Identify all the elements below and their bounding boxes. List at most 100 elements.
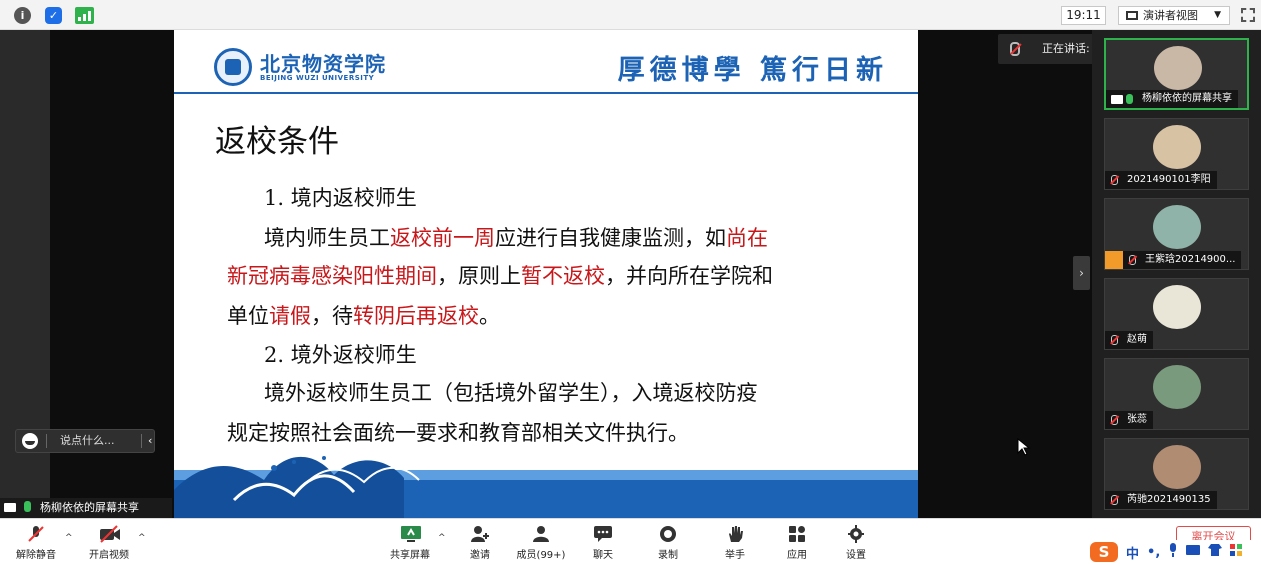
- share-screen-button[interactable]: 共享屏幕: [387, 523, 433, 561]
- avatar: [1153, 365, 1201, 409]
- university-logo-icon: [214, 48, 252, 86]
- text-span: ，并向所在学院和: [605, 264, 773, 288]
- text-span: 境内师生员工: [264, 226, 390, 250]
- mouse-cursor-icon: [1017, 438, 1031, 456]
- raise-hand-button[interactable]: 举手: [722, 523, 748, 561]
- ime-punctuation-toggle[interactable]: •,: [1147, 545, 1160, 560]
- participant-tile[interactable]: 芮驰2021490135: [1104, 438, 1249, 510]
- avatar: [1153, 445, 1201, 489]
- ime-mic-icon[interactable]: [1168, 543, 1178, 561]
- fullscreen-icon[interactable]: [1241, 8, 1255, 22]
- text-span: ，待: [311, 304, 353, 328]
- highlight-text: 转阴后再返校: [353, 304, 479, 328]
- settings-button[interactable]: 设置: [843, 523, 869, 561]
- collapse-panel-button[interactable]: ›: [1073, 256, 1090, 290]
- unmute-button[interactable]: 解除静音: [12, 523, 60, 561]
- mic-muted-icon: [1111, 175, 1118, 185]
- avatar: [1153, 285, 1201, 329]
- screen-share-icon: [1111, 95, 1123, 104]
- participant-tile[interactable]: 杨柳依依的屏幕共享: [1104, 38, 1249, 110]
- participant-tile[interactable]: 王紫琀20214900...: [1104, 198, 1249, 270]
- avatar: [1154, 46, 1202, 90]
- avatar: [1153, 205, 1201, 249]
- screen-share-owner: 杨柳依依的屏幕共享: [40, 501, 139, 514]
- invite-label: 邀请: [470, 550, 490, 561]
- highlight-text: 返校前一周: [390, 226, 495, 250]
- mic-muted-icon: [1111, 495, 1118, 505]
- chat-label: 聊天: [593, 550, 613, 561]
- presenter-view-dropdown[interactable]: 演讲者视图 ▼: [1118, 6, 1230, 25]
- screen-share-label: 杨柳依依的屏幕共享: [0, 498, 172, 518]
- ime-toolbox-icon[interactable]: [1230, 544, 1243, 560]
- highlight-text: 暂不返校: [521, 264, 605, 288]
- apps-button[interactable]: 应用: [784, 523, 810, 561]
- user-icon: [531, 525, 551, 543]
- slide-text-line: 境内师生员工返校前一周应进行自我健康监测，如尚在: [264, 222, 914, 252]
- participant-tile[interactable]: 赵萌: [1104, 278, 1249, 350]
- shield-icon[interactable]: ✓: [45, 7, 62, 24]
- ime-skin-icon[interactable]: [1208, 544, 1223, 560]
- participant-name: 杨柳依依的屏幕共享: [1142, 93, 1232, 104]
- record-label: 录制: [658, 550, 678, 561]
- video-off-icon: [99, 525, 120, 543]
- participants-panel: 杨柳依依的屏幕共享 2021490101李阳 王紫琀20214900... 赵萌: [1092, 30, 1261, 518]
- ime-language-toggle[interactable]: 中: [1126, 543, 1139, 562]
- participant-name-bar: 杨柳依依的屏幕共享: [1106, 90, 1238, 108]
- participant-name: 赵萌: [1127, 334, 1147, 345]
- screen-share-icon: [4, 503, 16, 512]
- slide-header: 北京物资学院 BEIJING WUZI UNIVERSITY 厚德博學 篤行日新: [174, 30, 918, 94]
- chat-button[interactable]: 聊天: [590, 523, 616, 561]
- chevron-up-icon[interactable]: ^: [65, 533, 73, 543]
- university-english-name: BEIJING WUZI UNIVERSITY: [260, 74, 375, 82]
- slide-text-line: 新冠病毒感染阳性期间，原则上暂不返校，并向所在学院和: [227, 260, 877, 290]
- chevron-left-icon[interactable]: ‹: [148, 430, 152, 452]
- participant-tile[interactable]: 张蕊: [1104, 358, 1249, 430]
- slide-text-line: 规定按照社会面统一要求和教育部相关文件执行。: [227, 421, 689, 445]
- chevron-up-icon[interactable]: ^: [438, 533, 446, 543]
- ime-keyboard-icon[interactable]: [1186, 544, 1201, 560]
- ime-logo-icon[interactable]: S: [1090, 542, 1118, 562]
- divider: [141, 434, 142, 448]
- mic-on-icon: [24, 501, 31, 512]
- hand-icon: [725, 525, 745, 543]
- chevron-up-icon[interactable]: ^: [138, 533, 146, 543]
- raise-hand-label: 举手: [725, 550, 745, 561]
- record-icon: [658, 525, 678, 543]
- slide-text-line: 单位请假，待转阴后再返校。: [227, 300, 877, 330]
- highlight-text: 新冠病毒感染阳性期间: [227, 264, 437, 288]
- participant-name: 张蕊: [1127, 414, 1147, 425]
- presenter-view-label: 演讲者视图: [1143, 9, 1198, 22]
- presenter-view-icon: [1126, 11, 1138, 20]
- highlight-text: 尚在: [726, 226, 768, 250]
- text-span: 单位: [227, 304, 269, 328]
- university-name: 北京物资学院: [260, 52, 386, 76]
- text-span: 应进行自我健康监测，如: [495, 226, 726, 250]
- shared-screen: 北京物资学院 BEIJING WUZI UNIVERSITY 厚德博學 篤行日新…: [0, 30, 1238, 518]
- unmute-label: 解除静音: [16, 550, 56, 561]
- presentation-slide: 北京物资学院 BEIJING WUZI UNIVERSITY 厚德博學 篤行日新…: [174, 30, 918, 518]
- participant-name-bar: 赵萌: [1105, 331, 1153, 349]
- highlight-text: 请假: [269, 304, 311, 328]
- invite-button[interactable]: 邀请: [465, 523, 495, 561]
- slide-title: 返校条件: [215, 124, 339, 160]
- record-button[interactable]: 录制: [655, 523, 681, 561]
- mic-muted-icon: [1111, 415, 1118, 425]
- meeting-window: i ✓ 19:11 演讲者视图 ▼ 北京物资学院 BEIJING WUZI UN…: [0, 0, 1261, 564]
- chat-icon: [593, 525, 613, 543]
- participant-tile[interactable]: 2021490101李阳: [1104, 118, 1249, 190]
- mic-muted-icon: [1129, 255, 1136, 265]
- members-button[interactable]: 成员(99+): [515, 523, 567, 561]
- emoji-icon[interactable]: [22, 433, 38, 449]
- members-label: 成员(99+): [516, 550, 566, 561]
- signal-icon[interactable]: [75, 7, 94, 24]
- text-span: ，原则上: [437, 264, 521, 288]
- chat-placeholder: 说点什么...: [60, 434, 115, 447]
- chevron-down-icon: ▼: [1214, 10, 1221, 20]
- info-icon[interactable]: i: [14, 7, 31, 24]
- section-heading-overseas: 2. 境外返校师生: [264, 343, 417, 367]
- quick-chat-input[interactable]: 说点什么... ‹: [15, 429, 155, 453]
- slide-text-line: 境外返校师生员工（包括境外留学生），入境返校防疫: [264, 381, 758, 405]
- start-video-button[interactable]: 开启视频: [85, 523, 133, 561]
- apps-label: 应用: [787, 550, 807, 561]
- mic-on-icon: [1126, 94, 1133, 104]
